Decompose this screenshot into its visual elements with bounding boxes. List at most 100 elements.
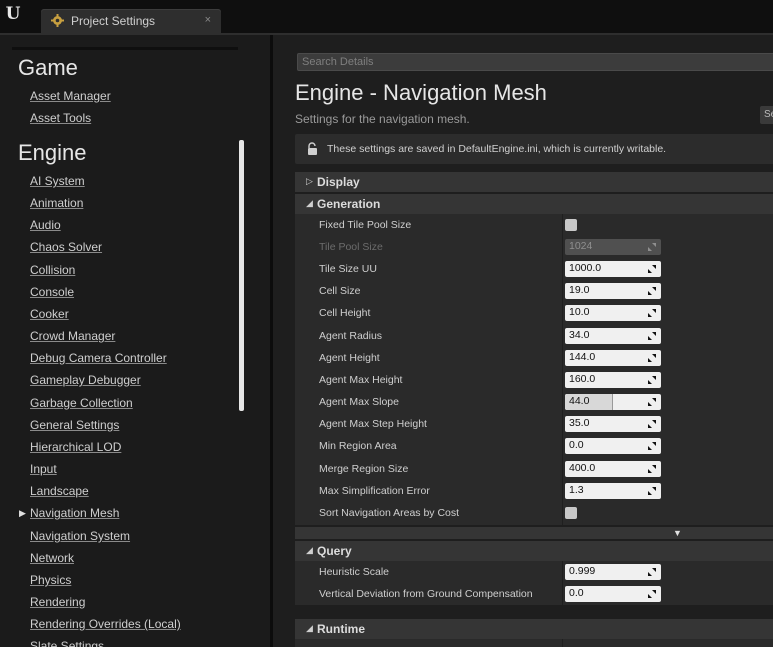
spin-arrows-icon[interactable] bbox=[647, 464, 657, 474]
property-label: Agent Max Slope bbox=[319, 396, 399, 408]
sidebar-item-rendering[interactable]: Rendering bbox=[30, 595, 85, 609]
property-label: Heuristic Scale bbox=[319, 566, 390, 578]
sidebar-item-navigation-mesh[interactable]: Navigation Mesh bbox=[30, 506, 119, 520]
sidebar-item-network[interactable]: Network bbox=[30, 551, 74, 565]
collapsed-arrow-icon: ▷ bbox=[306, 176, 313, 186]
settings-sidebar: Game Asset Manager Asset Tools Engine AI… bbox=[0, 35, 270, 647]
property-label: Cell Height bbox=[319, 307, 371, 319]
sidebar-item-animation[interactable]: Animation bbox=[30, 196, 83, 210]
advanced-properties-toggle[interactable]: ▼ bbox=[295, 527, 773, 539]
property-row: Max Simplification Error 1.3 bbox=[295, 480, 773, 502]
spin-arrows-icon[interactable] bbox=[647, 308, 657, 318]
property-row: Agent Height 144.0 bbox=[295, 347, 773, 369]
spin-arrows-icon[interactable] bbox=[647, 567, 657, 577]
sidebar-item-ai-system[interactable]: AI System bbox=[30, 174, 85, 188]
spin-arrows-icon[interactable] bbox=[647, 419, 657, 429]
field-value: 1000.0 bbox=[569, 262, 602, 274]
property-row: Agent Max Step Height 35.0 bbox=[295, 413, 773, 435]
vertical-deviation-field[interactable]: 0.0 bbox=[565, 586, 661, 602]
field-value: 10.0 bbox=[569, 306, 590, 318]
search-details-input[interactable]: Search Details bbox=[297, 53, 773, 71]
spin-arrows-icon[interactable] bbox=[647, 264, 657, 274]
agent-max-step-height-field[interactable]: 35.0 bbox=[565, 416, 661, 432]
config-notice-text: These settings are saved in DefaultEngin… bbox=[327, 143, 667, 155]
spin-arrows-icon[interactable] bbox=[647, 397, 657, 407]
sidebar-item-console[interactable]: Console bbox=[30, 285, 74, 299]
agent-radius-field[interactable]: 34.0 bbox=[565, 328, 661, 344]
sidebar-item-audio[interactable]: Audio bbox=[30, 218, 61, 232]
sidebar-item-chaos-solver[interactable]: Chaos Solver bbox=[30, 240, 102, 254]
min-region-area-field[interactable]: 0.0 bbox=[565, 438, 661, 454]
field-value: 1024 bbox=[569, 240, 593, 252]
fixed-tile-pool-size-checkbox[interactable] bbox=[565, 219, 577, 231]
sidebar-item-garbage-collection[interactable]: Garbage Collection bbox=[30, 396, 133, 410]
field-value: 0.999 bbox=[569, 565, 596, 577]
merge-region-size-field[interactable]: 400.0 bbox=[565, 461, 661, 477]
category-display[interactable]: ▷ Display bbox=[295, 172, 773, 192]
tile-size-uu-field[interactable]: 1000.0 bbox=[565, 261, 661, 277]
cell-height-field[interactable]: 10.0 bbox=[565, 305, 661, 321]
field-value: 0.0 bbox=[569, 587, 584, 599]
set-as-default-button[interactable]: Se bbox=[760, 106, 773, 124]
property-label: Tile Pool Size bbox=[319, 241, 383, 253]
details-panel: Search Details Engine - Navigation Mesh … bbox=[273, 35, 773, 647]
sidebar-item-rendering-overrides-local[interactable]: Rendering Overrides (Local) bbox=[30, 617, 181, 631]
sidebar-item-physics[interactable]: Physics bbox=[30, 573, 71, 587]
sidebar-item-debug-camera-controller[interactable]: Debug Camera Controller bbox=[30, 351, 167, 365]
category-query[interactable]: ◢ Query bbox=[295, 541, 773, 561]
property-row: Agent Max Slope 44.0 bbox=[295, 391, 773, 413]
field-value: 35.0 bbox=[569, 417, 590, 429]
agent-max-height-field[interactable]: 160.0 bbox=[565, 372, 661, 388]
sidebar-item-cooker[interactable]: Cooker bbox=[30, 307, 69, 321]
spin-arrows-icon[interactable] bbox=[647, 353, 657, 363]
field-value: 160.0 bbox=[569, 373, 596, 385]
sidebar-item-input[interactable]: Input bbox=[30, 462, 57, 476]
query-properties: Heuristic Scale 0.999 Vertical Deviation… bbox=[295, 561, 773, 605]
sidebar-item-general-settings[interactable]: General Settings bbox=[30, 418, 119, 432]
property-label: Vertical Deviation from Ground Compensat… bbox=[319, 588, 533, 600]
tab-close-icon[interactable]: × bbox=[205, 14, 211, 26]
cell-size-field[interactable]: 19.0 bbox=[565, 283, 661, 299]
spin-arrows-icon[interactable] bbox=[647, 589, 657, 599]
agent-max-slope-slider[interactable]: 44.0 bbox=[565, 394, 661, 410]
unlock-icon bbox=[308, 142, 317, 155]
property-row: Tile Pool Size 1024 bbox=[295, 236, 773, 258]
max-simplification-error-field[interactable]: 1.3 bbox=[565, 483, 661, 499]
agent-height-field[interactable]: 144.0 bbox=[565, 350, 661, 366]
spin-arrows-icon[interactable] bbox=[647, 286, 657, 296]
generation-properties: Fixed Tile Pool Size Tile Pool Size 1024… bbox=[295, 214, 773, 525]
property-label: Agent Max Step Height bbox=[319, 418, 427, 430]
property-label: Min Region Area bbox=[319, 440, 397, 452]
heuristic-scale-field[interactable]: 0.999 bbox=[565, 564, 661, 580]
sort-navigation-areas-checkbox[interactable] bbox=[565, 507, 577, 519]
spin-arrows-icon[interactable] bbox=[647, 441, 657, 451]
unreal-logo-icon: U bbox=[5, 4, 21, 24]
sidebar-item-slate-settings[interactable]: Slate Settings bbox=[30, 639, 104, 647]
sidebar-item-gameplay-debugger[interactable]: Gameplay Debugger bbox=[30, 373, 141, 387]
sidebar-scrollbar[interactable] bbox=[239, 140, 244, 411]
category-runtime[interactable]: ◢ Runtime bbox=[295, 619, 773, 639]
section-heading-game: Game bbox=[18, 55, 78, 80]
selected-arrow-icon: ▶ bbox=[19, 508, 26, 518]
spin-arrows-icon[interactable] bbox=[647, 331, 657, 341]
property-row: Heuristic Scale 0.999 bbox=[295, 561, 773, 583]
property-row: Fixed Tile Pool Size bbox=[295, 214, 773, 236]
title-bar: U Project Settings × bbox=[0, 0, 773, 34]
field-value: 1.3 bbox=[569, 484, 584, 496]
property-row: Agent Max Height 160.0 bbox=[295, 369, 773, 391]
sidebar-item-landscape[interactable]: Landscape bbox=[30, 484, 89, 498]
category-label: Query bbox=[317, 544, 352, 558]
property-label: Cell Size bbox=[319, 285, 361, 297]
spin-arrows-icon[interactable] bbox=[647, 486, 657, 496]
expanded-arrow-icon: ◢ bbox=[306, 545, 313, 555]
category-generation[interactable]: ◢ Generation bbox=[295, 194, 773, 214]
sidebar-item-asset-manager[interactable]: Asset Manager bbox=[30, 89, 111, 103]
tab-project-settings[interactable]: Project Settings × bbox=[41, 9, 221, 34]
sidebar-item-navigation-system[interactable]: Navigation System bbox=[30, 529, 130, 543]
sidebar-item-crowd-manager[interactable]: Crowd Manager bbox=[30, 329, 115, 343]
runtime-properties bbox=[295, 639, 773, 647]
sidebar-item-asset-tools[interactable]: Asset Tools bbox=[30, 111, 91, 125]
sidebar-item-collision[interactable]: Collision bbox=[30, 263, 75, 277]
spin-arrows-icon[interactable] bbox=[647, 375, 657, 385]
sidebar-item-hierarchical-lod[interactable]: Hierarchical LOD bbox=[30, 440, 121, 454]
